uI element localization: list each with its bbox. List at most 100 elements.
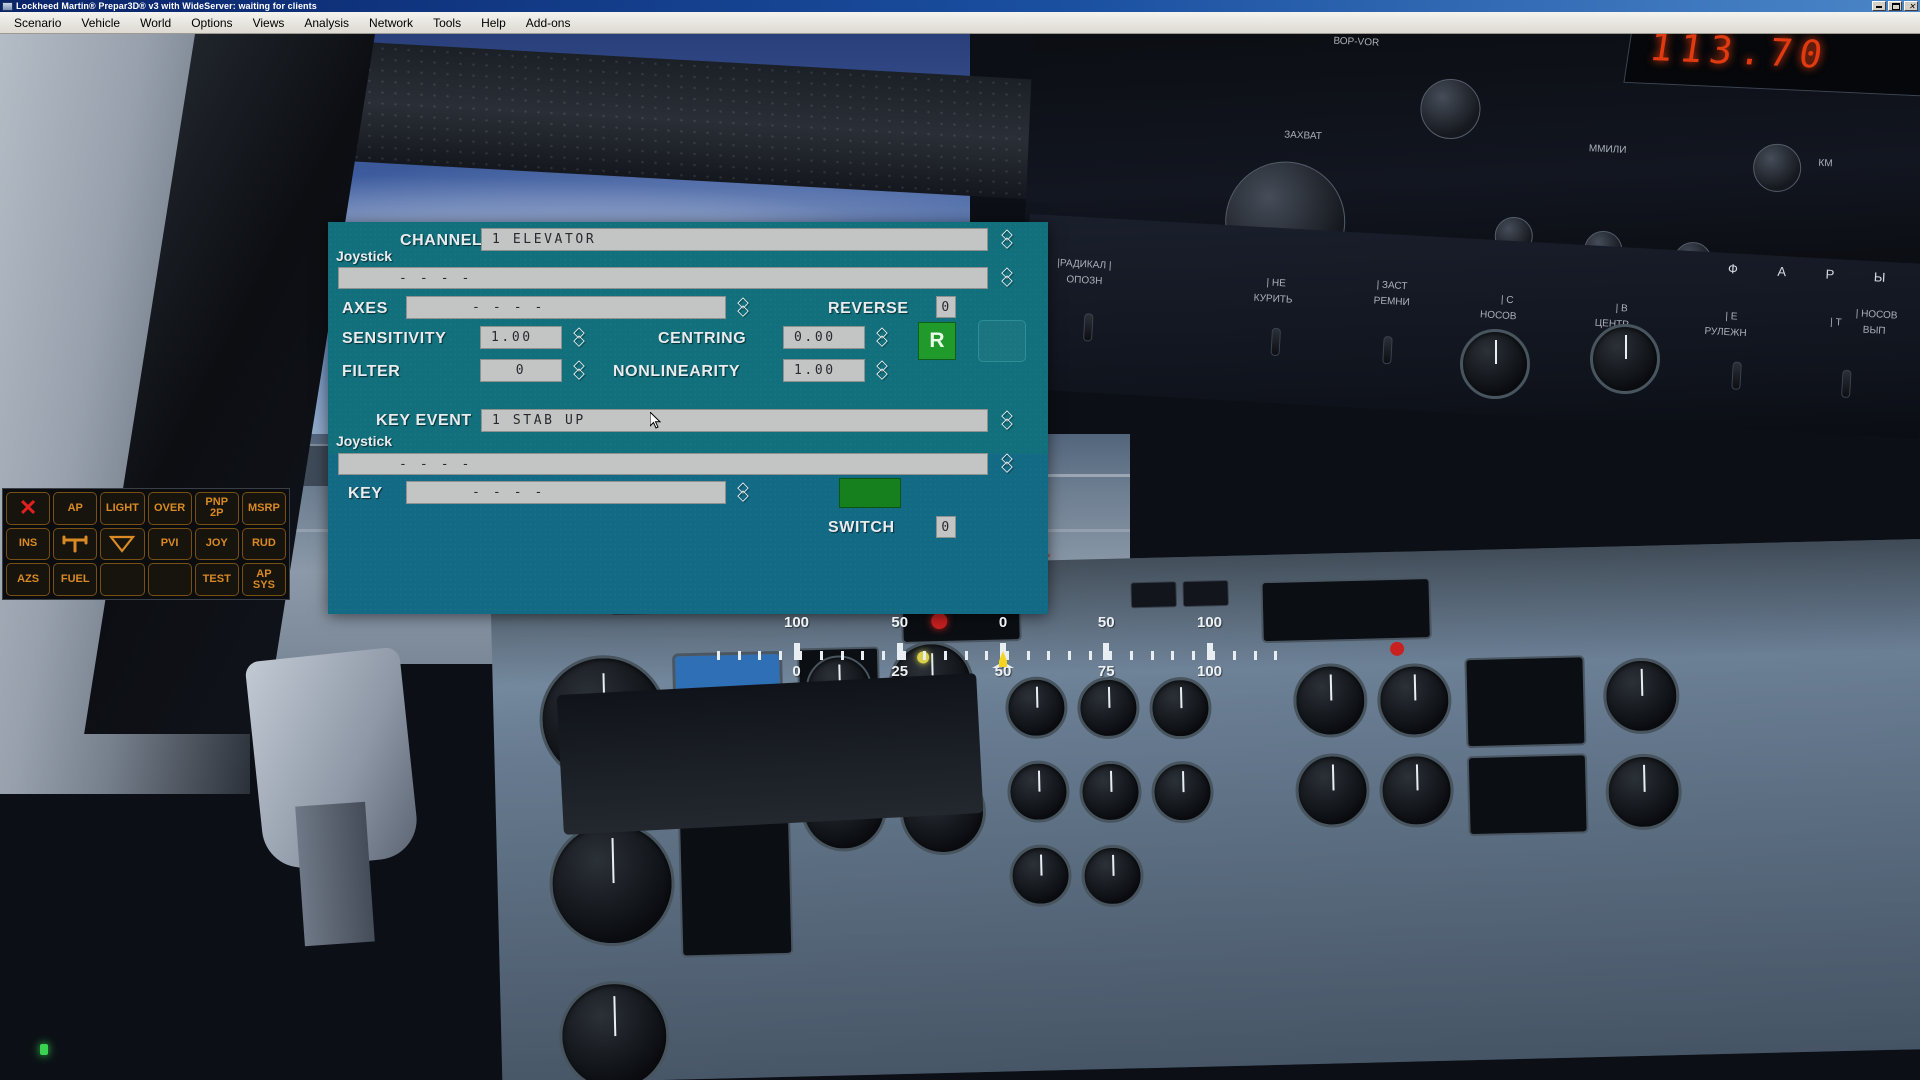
button-ap-sys[interactable]: AP SYS xyxy=(241,563,286,596)
scale-bottom-label: 0 xyxy=(792,663,801,680)
key-spinner[interactable]: ◇ ◇ xyxy=(732,479,754,505)
key-event-value-field[interactable]: 1 STAB UP xyxy=(481,409,988,432)
reverse-value-field[interactable]: 0 xyxy=(936,296,956,318)
menu-network[interactable]: Network xyxy=(359,13,423,33)
empty-action-button[interactable] xyxy=(978,320,1026,362)
axes-spinner[interactable]: ◇ ◇ xyxy=(732,294,754,320)
scale-tick-minor xyxy=(923,651,927,660)
filter-value-field[interactable]: 0 xyxy=(480,359,562,382)
scale-tick-minor xyxy=(1026,651,1030,660)
sensitivity-value-field[interactable]: 1.00 xyxy=(480,326,562,349)
switch-value-field[interactable]: 0 xyxy=(936,516,956,538)
button-blank-1[interactable] xyxy=(100,563,145,596)
axes-spinner-down: ◇ xyxy=(737,302,749,319)
right-gauge-2 xyxy=(1590,324,1660,394)
scale-tick-minor xyxy=(1191,651,1195,660)
scale-tick-minor xyxy=(716,651,720,660)
button-apsys-line1: AP xyxy=(256,567,272,580)
menu-options[interactable]: Options xyxy=(181,13,242,33)
scale-tick-minor xyxy=(1171,651,1175,660)
scale-tick-minor xyxy=(1109,651,1113,660)
menu-world[interactable]: World xyxy=(130,13,181,33)
button-ap[interactable]: AP xyxy=(53,492,98,525)
key-joystick-label: Joystick xyxy=(336,433,393,449)
menu-analysis[interactable]: Analysis xyxy=(294,13,359,33)
menu-bar: Scenario Vehicle World Options Views Ana… xyxy=(0,12,1920,34)
sensitivity-spinner-down: ◇ xyxy=(573,332,585,349)
button-close[interactable]: ✕ xyxy=(6,492,51,525)
sensitivity-spinner[interactable]: ◇ ◇ xyxy=(568,324,590,350)
button-pnp-2p[interactable]: PNP 2P xyxy=(194,492,239,525)
key-joystick-field[interactable]: - - - - xyxy=(338,453,988,475)
scale-top-label: 50 xyxy=(891,614,909,631)
indicator-green-light xyxy=(40,1044,48,1055)
overhead-title: Ф А Р Ы xyxy=(1727,261,1904,286)
button-fuel[interactable]: FUEL xyxy=(53,563,98,596)
menu-addons[interactable]: Add-ons xyxy=(516,13,581,33)
right-display-2 xyxy=(1466,753,1589,837)
triangle-icon xyxy=(109,535,136,553)
minimize-button[interactable] xyxy=(1872,1,1886,11)
scale-tick-minor xyxy=(1274,651,1278,660)
scale-tick-minor xyxy=(758,651,762,660)
yoke-column xyxy=(295,801,375,947)
channel-joystick-spinner[interactable]: ◇ ◇ xyxy=(996,264,1018,290)
nonlinearity-value-field[interactable]: 1.00 xyxy=(783,359,865,382)
axis-calibration-scale[interactable]: 100 50 0 50 100 0 25 50 75 100 xyxy=(708,614,1298,680)
button-light[interactable]: LIGHT xyxy=(100,492,145,525)
key-value-field[interactable]: - - - - xyxy=(406,481,726,504)
maximize-button[interactable] xyxy=(1888,1,1902,11)
button-yoke[interactable] xyxy=(53,527,98,561)
axis-position-marker[interactable] xyxy=(990,650,1016,672)
menu-views[interactable]: Views xyxy=(243,13,295,33)
button-over[interactable]: OVER xyxy=(147,492,192,525)
key-joystick-spinner[interactable]: ◇ ◇ xyxy=(996,450,1018,476)
scale-tick-minor xyxy=(1067,651,1071,660)
button-blank-2[interactable] xyxy=(147,563,192,596)
scale-tick-minor xyxy=(799,651,803,660)
button-azs[interactable]: AZS xyxy=(6,563,51,596)
joystick-calibration-dialog[interactable]: CHANNEL 1 ELEVATOR ◇ ◇ Joystick - - - - … xyxy=(328,222,1278,680)
scale-tick-major xyxy=(896,643,903,660)
button-test[interactable]: TEST xyxy=(194,563,239,596)
hsi-display xyxy=(678,814,794,958)
button-ins[interactable]: INS xyxy=(6,527,51,561)
app-icon xyxy=(2,1,13,11)
screen-root: 113.70 ВОР-VOR ЗАХВАТ АВТОМ РУЧН ММИЛИ К… xyxy=(0,0,1920,1080)
menu-vehicle[interactable]: Vehicle xyxy=(71,13,130,33)
scale-bottom-label: 100 xyxy=(1196,663,1223,680)
nonlinearity-spinner[interactable]: ◇ ◇ xyxy=(871,357,893,383)
joystick1-spinner-down: ◇ xyxy=(1001,272,1013,289)
filter-spinner[interactable]: ◇ ◇ xyxy=(568,357,590,383)
scale-tick-minor xyxy=(737,651,741,660)
radio-knob-units[interactable] xyxy=(1752,142,1803,193)
reverse-toggle-button[interactable]: R xyxy=(918,322,956,360)
radio-frequency-value: 113.70 xyxy=(1646,34,1833,77)
radio-knob-capture[interactable] xyxy=(1419,77,1482,141)
channel-value-field[interactable]: 1 ELEVATOR xyxy=(481,228,988,251)
scale-tick-minor xyxy=(1253,651,1257,660)
scale-tick-minor xyxy=(964,651,968,660)
scale-tick-minor xyxy=(944,651,947,660)
menu-tools[interactable]: Tools xyxy=(423,13,471,33)
button-pvi[interactable]: PVI xyxy=(147,527,192,561)
center-console xyxy=(556,673,984,835)
menu-help[interactable]: Help xyxy=(471,13,516,33)
button-msrp[interactable]: MSRP xyxy=(241,492,286,525)
key-event-spinner[interactable]: ◇ ◇ xyxy=(996,407,1018,433)
button-rud[interactable]: RUD xyxy=(241,527,286,561)
channel-spinner[interactable]: ◇ ◇ xyxy=(996,226,1018,252)
channel-joystick-label: Joystick xyxy=(336,248,393,264)
channel-joystick-field[interactable]: - - - - xyxy=(338,267,988,289)
radio-display: 113.70 xyxy=(1623,34,1920,98)
button-gear-down[interactable] xyxy=(100,527,145,561)
centring-spinner[interactable]: ◇ ◇ xyxy=(871,324,893,350)
close-x-icon: ✕ xyxy=(18,495,38,521)
button-joy[interactable]: JOY xyxy=(194,527,239,561)
menu-scenario[interactable]: Scenario xyxy=(4,13,71,33)
axes-value-field[interactable]: - - - - xyxy=(406,296,726,319)
centring-value-field[interactable]: 0.00 xyxy=(783,326,865,349)
close-button[interactable] xyxy=(1904,1,1918,11)
scale-bottom-label: 75 xyxy=(1097,663,1115,680)
key-set-button[interactable] xyxy=(839,478,901,508)
